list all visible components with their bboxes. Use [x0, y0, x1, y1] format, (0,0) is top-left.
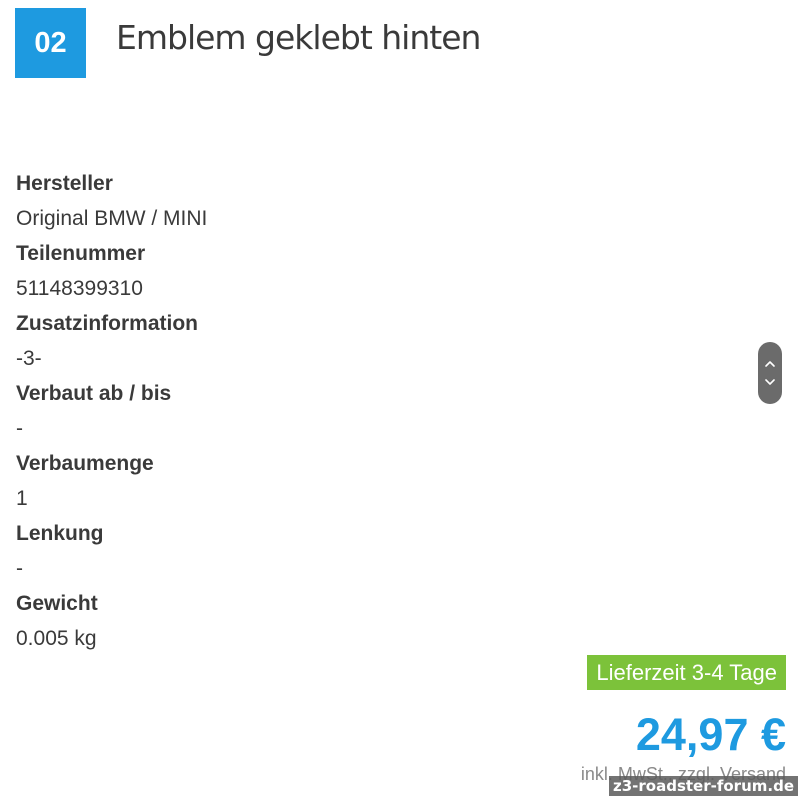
position-number: 02 — [34, 26, 67, 59]
spec-value-lenkung: - — [16, 557, 23, 580]
part-detail-page: 02 Emblem geklebt hinten Hersteller Orig… — [0, 0, 800, 796]
spec-label-zusatzinformation: Zusatzinformation — [16, 312, 198, 335]
delivery-time-badge: Lieferzeit 3-4 Tage — [587, 655, 786, 690]
spec-value-zusatzinformation: -3- — [16, 347, 42, 370]
spec-value-teilenummer: 51148399310 — [16, 277, 143, 300]
chevron-down-icon[interactable] — [763, 375, 777, 389]
spec-value-gewicht: 0.005 kg — [16, 627, 97, 650]
spec-list: Hersteller Original BMW / MINI Teilenumm… — [16, 166, 716, 656]
scroll-control[interactable] — [758, 342, 782, 404]
watermark: z3-roadster-forum.de — [609, 776, 798, 796]
spec-value-hersteller: Original BMW / MINI — [16, 207, 208, 230]
spec-value-verbaut: - — [16, 417, 23, 440]
spec-label-lenkung: Lenkung — [16, 522, 104, 545]
position-number-badge: 02 — [15, 8, 86, 78]
chevron-up-icon[interactable] — [763, 357, 777, 371]
spec-label-verbaumenge: Verbaumenge — [16, 452, 154, 475]
spec-label-verbaut: Verbaut ab / bis — [16, 382, 172, 405]
price: 24,97 € — [635, 709, 786, 760]
part-title: Emblem geklebt hinten — [116, 18, 481, 57]
spec-label-hersteller: Hersteller — [16, 172, 113, 195]
spec-label-teilenummer: Teilenummer — [16, 242, 146, 265]
spec-label-gewicht: Gewicht — [16, 592, 98, 615]
spec-value-verbaumenge: 1 — [16, 487, 28, 510]
